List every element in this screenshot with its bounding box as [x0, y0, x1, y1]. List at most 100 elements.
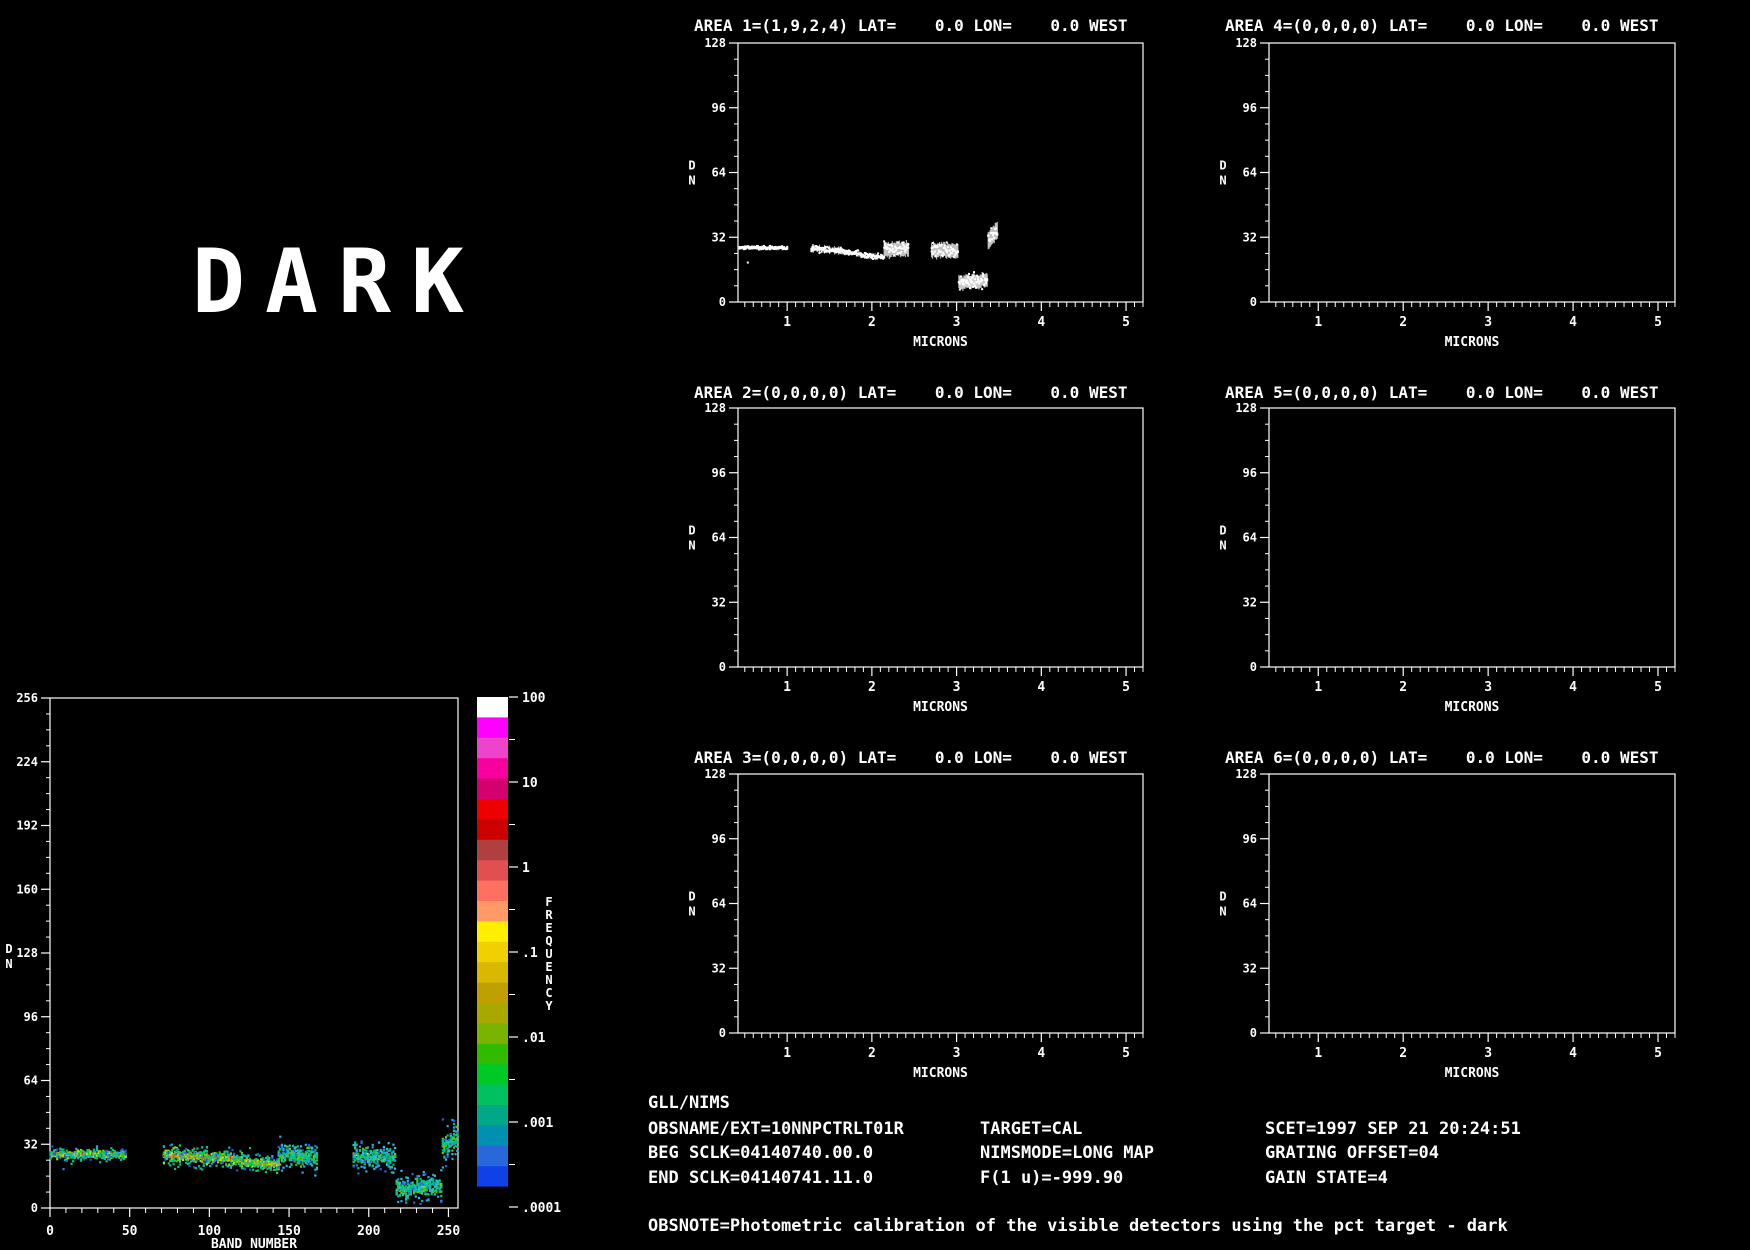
tick-label: 32: [1243, 230, 1257, 244]
colorbar-tick-label: .01: [522, 1031, 546, 1046]
tick-label: 0: [1250, 660, 1257, 674]
tick-label: 0: [719, 295, 726, 309]
dn-axis-label: N: [1219, 905, 1226, 919]
colorbar-tick-label: 100: [522, 691, 546, 706]
area-5-title: AREA 5=(0,0,0,0) LAT= 0.0 LON= 0.0 WEST: [1225, 383, 1658, 402]
tick-label: 64: [712, 166, 726, 180]
area-plot-2: 032649612812345MICRONSDN: [688, 401, 1143, 715]
instrument-label: GLL/NIMS: [648, 1093, 730, 1113]
tick-label: 0: [719, 660, 726, 674]
tick-label: 160: [16, 882, 38, 896]
frequency-axis-label: E: [545, 960, 552, 974]
f1u-label: F(1 u)=-999.90: [980, 1168, 1123, 1188]
tick-label: 96: [1243, 466, 1257, 480]
tick-label: 2: [1399, 680, 1407, 695]
tick-label: 64: [24, 1074, 38, 1088]
tick-label: 128: [704, 767, 726, 781]
dn-axis-label: D: [1219, 159, 1226, 173]
colorbar-tick-label: 1: [522, 861, 530, 876]
dn-axis-label: N: [5, 957, 12, 971]
gain-state-label: GAIN STATE=4: [1265, 1168, 1388, 1188]
target-label: TARGET=CAL: [980, 1119, 1082, 1139]
obsnote-label: OBSNOTE=Photometric calibration of the v…: [648, 1216, 1508, 1236]
nims-dark-display: 032649612812345MICRONSDN032649612812345M…: [0, 0, 1750, 1250]
tick-label: 200: [357, 1224, 381, 1239]
microns-axis-label: MICRONS: [1445, 335, 1500, 350]
tick-label: 3: [1484, 1046, 1492, 1061]
tick-label: 128: [704, 401, 726, 415]
tick-label: 4: [1569, 680, 1577, 695]
tick-label: 224: [16, 755, 38, 769]
tick-label: 2: [1399, 315, 1407, 330]
tick-label: 3: [953, 680, 961, 695]
microns-axis-label: MICRONS: [913, 700, 968, 715]
scet-label: SCET=1997 SEP 21 20:24:51: [1265, 1119, 1521, 1139]
tick-label: 96: [712, 832, 726, 846]
tick-label: 1: [1314, 680, 1322, 695]
tick-label: 4: [1037, 315, 1045, 330]
area-plot-5: 032649612812345MICRONSDN: [1219, 401, 1675, 715]
tick-label: 192: [16, 819, 38, 833]
dark-banner: DARK: [192, 238, 484, 326]
dn-axis-label: D: [1219, 890, 1226, 904]
microns-axis-label: MICRONS: [1445, 700, 1500, 715]
frequency-axis-label: E: [545, 921, 552, 935]
frequency-axis-label: F: [545, 895, 552, 909]
tick-label: 0: [1250, 1026, 1257, 1040]
microns-axis-label: MICRONS: [913, 335, 968, 350]
dn-axis-label: N: [1219, 174, 1226, 188]
tick-label: 64: [712, 531, 726, 545]
tick-label: 96: [712, 466, 726, 480]
band-number-axis-label: BAND NUMBER: [211, 1237, 297, 1250]
tick-label: 0: [31, 1201, 38, 1215]
tick-label: 32: [712, 595, 726, 609]
dn-axis-label: D: [5, 942, 12, 956]
area-plot-6: 032649612812345MICRONSDN: [1219, 767, 1675, 1081]
tick-label: 5: [1654, 680, 1662, 695]
tick-label: 1: [1314, 1046, 1322, 1061]
tick-label: 2: [1399, 1046, 1407, 1061]
area-1-title: AREA 1=(1,9,2,4) LAT= 0.0 LON= 0.0 WEST: [694, 16, 1127, 35]
dn-axis-label: D: [688, 890, 695, 904]
colorbar-tick-label: .1: [522, 946, 538, 961]
tick-label: 5: [1654, 1046, 1662, 1061]
tick-label: 32: [24, 1137, 38, 1151]
dn-band-histogram: 0326496128160192224256050100150200250BAN…: [5, 691, 460, 1250]
plots-canvas: 032649612812345MICRONSDN032649612812345M…: [0, 0, 1750, 1250]
colorbar-tick-label: .0001: [522, 1201, 561, 1216]
frequency-axis-label: R: [545, 908, 553, 922]
colorbar-tick-label: .001: [522, 1116, 553, 1131]
tick-label: 3: [953, 315, 961, 330]
tick-label: 5: [1122, 1046, 1130, 1061]
area-plot-1: 032649612812345MICRONSDN: [688, 36, 1143, 350]
tick-label: 1: [783, 680, 791, 695]
frequency-colorbar: 100101.1.01.001.0001FREQUENCY: [477, 691, 561, 1216]
tick-label: 32: [712, 961, 726, 975]
end-sclk-label: END SCLK=04140741.11.0: [648, 1168, 873, 1188]
tick-label: 1: [783, 315, 791, 330]
tick-label: 32: [712, 230, 726, 244]
tick-label: 64: [712, 897, 726, 911]
tick-label: 3: [1484, 315, 1492, 330]
dn-axis-label: N: [688, 174, 695, 188]
tick-label: 0: [719, 1026, 726, 1040]
area-2-title: AREA 2=(0,0,0,0) LAT= 0.0 LON= 0.0 WEST: [694, 383, 1127, 402]
tick-label: 4: [1037, 1046, 1045, 1061]
tick-label: 250: [437, 1224, 461, 1239]
dn-axis-label: D: [1219, 524, 1226, 538]
tick-label: 3: [953, 1046, 961, 1061]
tick-label: 128: [704, 36, 726, 50]
frequency-axis-label: Q: [545, 934, 552, 948]
tick-label: 0: [46, 1224, 54, 1239]
tick-label: 32: [1243, 961, 1257, 975]
area-plot-3: 032649612812345MICRONSDN: [688, 767, 1143, 1081]
colorbar-tick-label: 10: [522, 776, 538, 791]
tick-label: 4: [1569, 1046, 1577, 1061]
tick-label: 0: [1250, 295, 1257, 309]
tick-label: 128: [1235, 36, 1257, 50]
tick-label: 128: [1235, 767, 1257, 781]
tick-label: 96: [1243, 101, 1257, 115]
frequency-axis-label: Y: [545, 999, 553, 1013]
tick-label: 64: [1243, 531, 1257, 545]
microns-axis-label: MICRONS: [913, 1066, 968, 1081]
